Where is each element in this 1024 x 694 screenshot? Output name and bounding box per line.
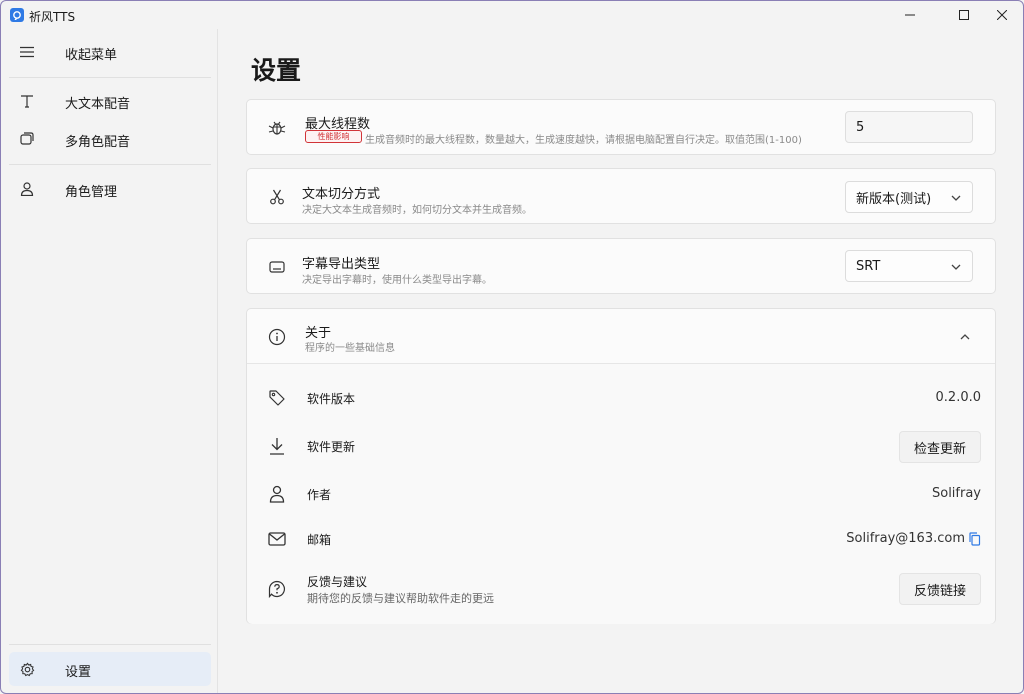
- about-description: 程序的一些基础信息: [305, 343, 395, 354]
- email-value[interactable]: Solifray@163.com: [846, 531, 965, 546]
- setting-description: 生成音频时的最大线程数，数量越大，生成速度越快，请根据电脑配置自行决定。取值范围…: [365, 135, 802, 146]
- sidebar-item-multi-role-dubbing[interactable]: 多角色配音: [9, 122, 211, 156]
- subtitle-type-select[interactable]: SRT: [845, 250, 973, 282]
- sidebar-item-role-management[interactable]: 角色管理: [9, 172, 211, 206]
- tag-icon: [267, 388, 287, 408]
- minimize-icon: [905, 14, 915, 16]
- chevron-down-icon: [951, 264, 961, 270]
- check-update-button[interactable]: 检查更新: [898, 431, 981, 463]
- sidebar-item-label: 大文本配音: [65, 97, 131, 112]
- download-icon: [267, 436, 287, 456]
- about-header[interactable]: 关于 程序的一些基础信息: [247, 309, 995, 364]
- feedback-link-button[interactable]: 反馈链接: [898, 573, 981, 605]
- chevron-down-icon: [951, 195, 961, 201]
- author-value: Solifray: [931, 486, 981, 501]
- collapse-menu-button[interactable]: 收起菜单: [9, 35, 211, 69]
- app-logo-icon: [10, 8, 24, 22]
- window-title: 祈风TTS: [29, 10, 76, 24]
- split-mode-select[interactable]: 新版本(测试): [845, 181, 973, 213]
- subtitle-icon: [267, 257, 287, 277]
- about-row-version: 软件版本 0.2.0.0: [247, 378, 995, 418]
- setting-card-split: 文本切分方式 决定大文本生成音频时，如何切分文本并生成音频。 新版本(测试): [246, 168, 996, 224]
- mail-icon: [267, 529, 287, 549]
- setting-title: 字幕导出类型: [302, 257, 381, 272]
- info-icon: [267, 327, 287, 347]
- page-title: 设置: [251, 56, 302, 85]
- gear-icon: [19, 661, 35, 677]
- person-icon: [19, 181, 35, 197]
- feedback-label: 反馈与建议: [307, 575, 368, 589]
- threads-input[interactable]: 5: [845, 111, 973, 143]
- about-row-feedback: 反馈与建议 期待您的反馈与建议帮助软件走的更远 反馈链接: [247, 569, 995, 609]
- about-row-email: 邮箱 Solifray@163.com: [247, 519, 995, 559]
- help-icon: [267, 579, 287, 599]
- sidebar-divider: [9, 77, 211, 78]
- sidebar-divider: [9, 644, 211, 645]
- performance-badge: 性能影响: [305, 130, 362, 143]
- select-value: SRT: [856, 258, 881, 274]
- collapse-menu-label: 收起菜单: [65, 48, 118, 63]
- sidebar-item-label: 设置: [65, 665, 92, 680]
- setting-title: 文本切分方式: [302, 187, 381, 202]
- about-row-author: 作者 Solifray: [247, 474, 995, 514]
- app-window: 祈风TTS 收起菜单 大文本配音 多角色配音 角色管理 设置 设置 最大线程数 …: [0, 0, 1024, 694]
- update-label: 软件更新: [307, 440, 356, 454]
- maximize-icon: [959, 10, 969, 20]
- about-row-update: 软件更新 检查更新: [247, 426, 995, 466]
- version-label: 软件版本: [307, 392, 356, 406]
- chevron-up-icon[interactable]: [959, 331, 971, 343]
- copy-icon[interactable]: [969, 532, 981, 546]
- email-label: 邮箱: [307, 533, 332, 547]
- feedback-description: 期待您的反馈与建议帮助软件走的更远: [307, 592, 494, 605]
- chat-icon: [19, 131, 35, 147]
- setting-description: 决定导出字幕时，使用什么类型导出字幕。: [302, 275, 492, 286]
- setting-description: 决定大文本生成音频时，如何切分文本并生成音频。: [302, 205, 532, 216]
- hamburger-icon: [19, 44, 35, 60]
- sidebar-item-settings[interactable]: 设置: [9, 652, 211, 686]
- text-icon: [19, 93, 35, 109]
- setting-card-subtitle: 字幕导出类型 决定导出字幕时，使用什么类型导出字幕。 SRT: [246, 238, 996, 294]
- about-body: 软件版本 0.2.0.0 软件更新 检查更新 作者 Solifray 邮箱 So…: [247, 364, 995, 624]
- sidebar-divider: [9, 164, 211, 165]
- minimize-button[interactable]: [887, 1, 933, 29]
- close-icon: [997, 10, 1007, 20]
- sidebar: 收起菜单 大文本配音 多角色配音 角色管理 设置: [1, 29, 218, 693]
- title-bar: 祈风TTS: [1, 1, 1023, 29]
- sidebar-item-label: 多角色配音: [65, 135, 131, 150]
- setting-card-threads: 最大线程数 性能影响 生成音频时的最大线程数，数量越大，生成速度越快，请根据电脑…: [246, 99, 996, 155]
- scissors-icon: [267, 187, 287, 207]
- author-label: 作者: [307, 488, 332, 502]
- sidebar-item-text-dubbing[interactable]: 大文本配音: [9, 84, 211, 118]
- close-button[interactable]: [979, 1, 1023, 29]
- version-value: 0.2.0.0: [935, 390, 981, 405]
- about-card: 关于 程序的一些基础信息 软件版本 0.2.0.0 软件更新 检查更新 作者 S…: [246, 308, 996, 624]
- person-icon: [267, 484, 287, 504]
- select-value: 新版本(测试): [856, 191, 932, 207]
- sidebar-item-label: 角色管理: [65, 185, 118, 200]
- bug-icon: [267, 118, 287, 138]
